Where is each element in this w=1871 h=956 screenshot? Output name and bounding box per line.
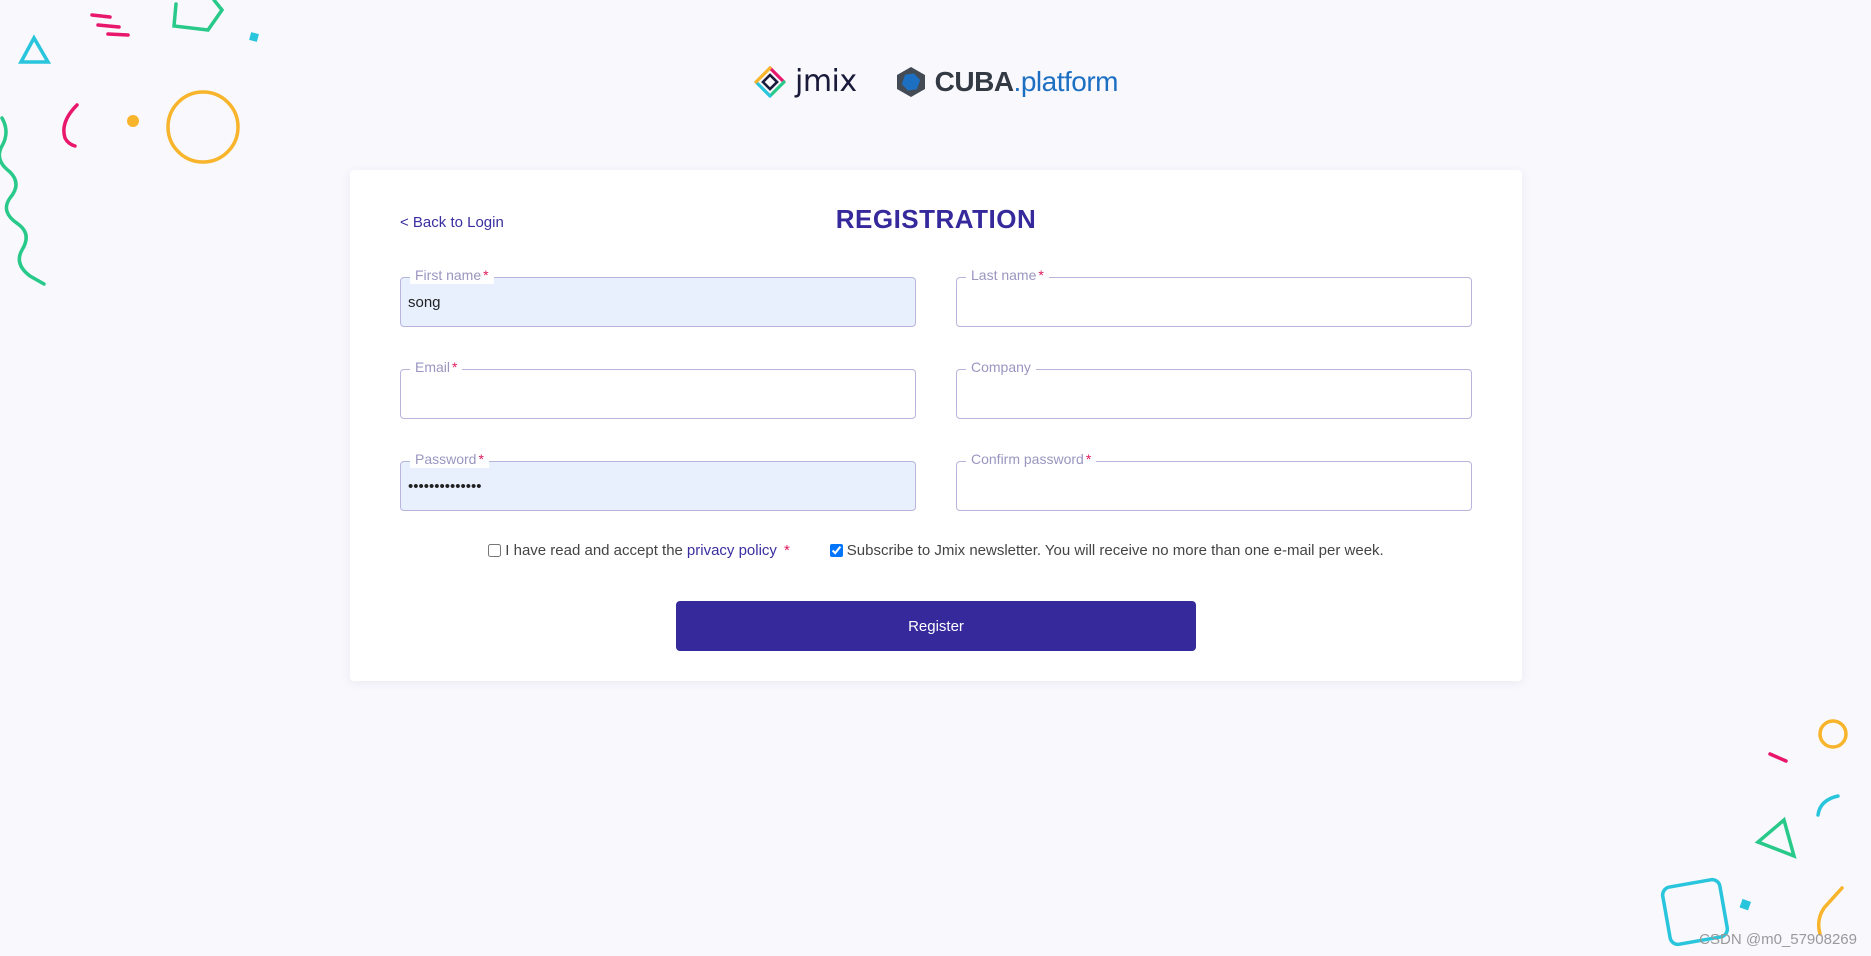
confirm-password-field[interactable]: Confirm password * xyxy=(956,450,1472,511)
jmix-logo-text: jmix xyxy=(795,64,857,99)
privacy-policy-checkbox-row[interactable]: I have read and accept the privacy polic… xyxy=(488,542,790,559)
small-square-shape xyxy=(1739,898,1752,911)
confirm-password-input[interactable] xyxy=(964,473,1454,499)
email-field[interactable]: Email * xyxy=(400,358,916,419)
arc-shape xyxy=(1816,886,1844,936)
company-label: Company xyxy=(966,358,1036,376)
newsletter-text: Subscribe to Jmix newsletter. You will r… xyxy=(846,542,1384,559)
newsletter-checkbox[interactable] xyxy=(829,544,843,557)
password-label: Password * xyxy=(410,450,489,468)
arc-shape xyxy=(1816,794,1840,817)
cuba-platform-logo: CUBA.platform xyxy=(895,65,1118,99)
newsletter-checkbox-row[interactable]: Subscribe to Jmix newsletter. You will r… xyxy=(829,542,1384,559)
last-name-label: Last name * xyxy=(966,266,1049,284)
password-field[interactable]: Password * xyxy=(400,450,916,511)
email-input[interactable] xyxy=(408,381,898,407)
arc-shape xyxy=(62,103,79,148)
register-button[interactable]: Register xyxy=(676,601,1196,651)
first-name-label: First name * xyxy=(410,266,494,284)
consent-row: I have read and accept the privacy polic… xyxy=(350,542,1522,559)
triangle-shape xyxy=(1754,816,1797,859)
privacy-policy-link[interactable]: privacy policy xyxy=(687,542,777,559)
circle-shape xyxy=(166,90,240,164)
dash-shape xyxy=(106,32,130,37)
registration-card: < Back to Login REGISTRATION First name *… xyxy=(350,170,1522,681)
last-name-field[interactable]: Last name * xyxy=(956,266,1472,327)
page-title: REGISTRATION xyxy=(835,204,1037,234)
privacy-policy-checkbox[interactable] xyxy=(488,544,502,557)
logo-bar: jmix CUBA.platform xyxy=(0,64,1871,99)
registration-page: jmix CUBA.platform < Back to Login REGIS… xyxy=(0,0,1871,956)
last-name-input[interactable] xyxy=(964,289,1454,315)
cuba-logo-icon xyxy=(896,66,925,97)
small-square-shape xyxy=(249,32,259,42)
confirm-password-label: Confirm password * xyxy=(966,450,1097,468)
jmix-logo: jmix xyxy=(753,64,857,99)
privacy-policy-text: I have read and accept the xyxy=(505,542,683,559)
company-field[interactable]: Company xyxy=(956,358,1472,419)
required-marker: * xyxy=(783,542,790,559)
dot-shape xyxy=(127,115,139,127)
first-name-input[interactable] xyxy=(408,289,898,315)
password-input[interactable] xyxy=(408,473,898,499)
company-input[interactable] xyxy=(964,381,1454,407)
dash-shape xyxy=(1768,752,1788,763)
jmix-logo-icon xyxy=(754,65,786,98)
dash-shape xyxy=(90,13,112,19)
watermark-text: CSDN @m0_57908269 xyxy=(1699,931,1857,948)
first-name-field[interactable]: First name * xyxy=(400,266,916,327)
circle-shape xyxy=(1818,719,1848,749)
email-label: Email * xyxy=(410,358,463,376)
squiggle-shape xyxy=(0,116,46,286)
triangle-shape xyxy=(18,34,52,64)
cuba-logo-text: CUBA.platform xyxy=(934,65,1119,97)
square-shape xyxy=(172,0,225,32)
dash-shape xyxy=(96,23,121,29)
